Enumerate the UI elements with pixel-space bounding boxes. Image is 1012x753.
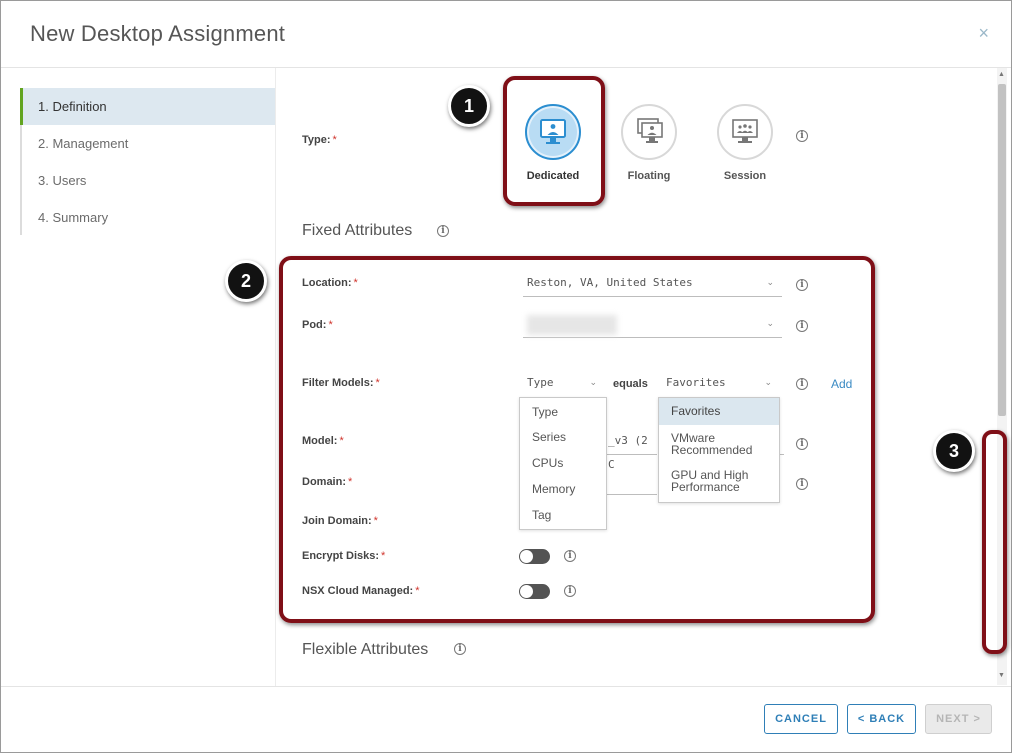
info-icon[interactable]: i	[437, 225, 449, 237]
dropdown-item-type[interactable]: Type	[520, 398, 606, 424]
cancel-button[interactable]: CANCEL	[764, 704, 838, 734]
filter-value-dropdown: Favorites VMware Recommended GPU and Hig…	[658, 397, 780, 503]
dialog-title: New Desktop Assignment	[30, 21, 286, 46]
dropdown-item-series[interactable]: Series	[520, 424, 606, 450]
callout-badge-3: 3	[933, 430, 975, 472]
toggle-knob	[520, 585, 533, 598]
type-label: Type: *	[302, 134, 337, 146]
info-icon[interactable]: i	[796, 279, 808, 291]
close-icon[interactable]: ×	[978, 23, 989, 44]
new-desktop-assignment-dialog: New Desktop Assignment × 1. Definition 2…	[0, 0, 1012, 753]
callout-badge-1: 1	[448, 85, 490, 127]
type-option-label: Floating	[627, 170, 671, 182]
nsx-cloud-managed-label: NSX Cloud Managed: *	[302, 585, 420, 597]
dropdown-item-tag[interactable]: Tag	[520, 502, 606, 528]
step-management[interactable]: 2. Management	[22, 125, 275, 162]
encrypt-disks-toggle[interactable]	[519, 549, 550, 564]
type-option-label: Dedicated	[526, 170, 580, 182]
dropdown-item-vmware-recommended[interactable]: VMware Recommended	[659, 425, 779, 463]
domain-select[interactable]	[605, 469, 657, 495]
info-icon[interactable]: i	[796, 378, 808, 390]
info-icon[interactable]: i	[796, 438, 808, 450]
scroll-up-arrow-icon[interactable]: ▲	[998, 71, 1005, 78]
join-domain-label: Join Domain: *	[302, 515, 378, 527]
dropdown-item-gpu-high-performance[interactable]: GPU and High Performance	[659, 463, 779, 502]
filter-field-value: Type	[527, 376, 554, 389]
model-select[interactable]: _v3 (2 C	[605, 429, 657, 471]
domain-label: Domain: *	[302, 476, 353, 488]
chevron-down-icon: ⌄	[589, 378, 597, 388]
monitor-icon	[525, 104, 581, 160]
location-label: Location: *	[302, 277, 358, 289]
dropdown-item-favorites[interactable]: Favorites	[659, 398, 779, 425]
location-select[interactable]: Reston, VA, United States ⌄	[523, 271, 782, 297]
info-icon[interactable]: i	[796, 130, 808, 142]
back-button[interactable]: < BACK	[847, 704, 916, 734]
footer-divider	[1, 686, 1011, 687]
type-option-session[interactable]: Session	[703, 104, 787, 182]
type-option-floating[interactable]: Floating	[607, 104, 691, 182]
scrollbar-thumb[interactable]	[998, 84, 1006, 416]
add-filter-link[interactable]: Add	[831, 377, 852, 391]
sidebar-divider	[275, 68, 276, 686]
pod-select[interactable]: ⌄	[523, 312, 782, 338]
fixed-attributes-title: Fixed Attributes	[302, 222, 413, 239]
flexible-attributes-title: Flexible Attributes	[302, 641, 429, 658]
filter-value: Favorites	[666, 376, 726, 389]
next-button[interactable]: NEXT >	[925, 704, 992, 734]
info-icon[interactable]: i	[564, 550, 576, 562]
filter-field-select[interactable]: Type ⌄	[523, 371, 605, 397]
info-icon[interactable]: i	[454, 643, 466, 655]
filter-models-label: Filter Models: *	[302, 377, 380, 389]
wizard-steps: 1. Definition 2. Management 3. Users 4. …	[20, 88, 275, 235]
type-option-dedicated[interactable]: Dedicated	[511, 104, 595, 182]
filter-operator: equals	[613, 378, 648, 390]
step-users[interactable]: 3. Users	[22, 162, 275, 199]
chevron-down-icon: ⌄	[764, 378, 772, 388]
filter-value-select[interactable]: Favorites ⌄	[662, 371, 780, 397]
info-icon[interactable]: i	[564, 585, 576, 597]
model-value: _v3 (2 C	[608, 434, 648, 471]
toggle-knob	[520, 550, 533, 563]
model-select-edge	[780, 429, 784, 455]
header-divider	[1, 67, 1011, 68]
chevron-down-icon: ⌄	[766, 319, 774, 329]
redacted-value	[527, 315, 617, 335]
floating-monitors-icon	[621, 104, 677, 160]
scroll-down-arrow-icon[interactable]: ▼	[998, 672, 1005, 679]
callout-badge-2: 2	[225, 260, 267, 302]
encrypt-disks-label: Encrypt Disks: *	[302, 550, 386, 562]
dropdown-item-cpus[interactable]: CPUs	[520, 450, 606, 476]
location-value: Reston, VA, United States	[527, 276, 693, 289]
session-monitor-icon	[717, 104, 773, 160]
dropdown-item-memory[interactable]: Memory	[520, 476, 606, 502]
nsx-cloud-managed-toggle[interactable]	[519, 584, 550, 599]
chevron-down-icon: ⌄	[766, 278, 774, 288]
info-icon[interactable]: i	[796, 478, 808, 490]
model-label: Model: *	[302, 435, 344, 447]
step-summary[interactable]: 4. Summary	[22, 199, 275, 236]
type-option-label: Session	[723, 170, 767, 182]
info-icon[interactable]: i	[796, 320, 808, 332]
pod-label: Pod: *	[302, 319, 333, 331]
filter-field-dropdown: Type Series CPUs Memory Tag	[519, 397, 607, 530]
step-definition[interactable]: 1. Definition	[20, 88, 275, 125]
